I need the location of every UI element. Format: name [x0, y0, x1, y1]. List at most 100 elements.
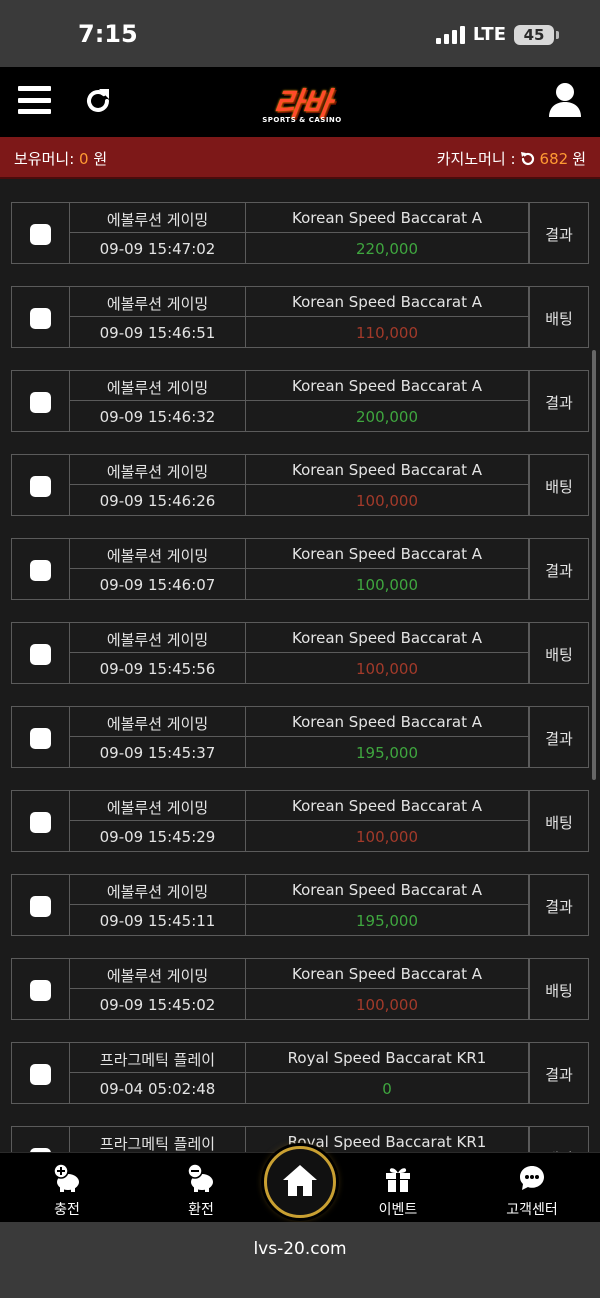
- bet-datetime: 09-09 15:46:26: [99, 492, 216, 510]
- row-checkbox[interactable]: [30, 392, 51, 413]
- game-cell: Korean Speed Baccarat A: [245, 538, 529, 569]
- row-checkbox[interactable]: [30, 308, 51, 329]
- bet-amount: 100,000: [355, 996, 419, 1014]
- bet-datetime: 09-09 15:46:51: [99, 324, 216, 342]
- row-checkbox-cell: [11, 370, 70, 432]
- provider-name: 에볼루션 게이밍: [106, 883, 209, 901]
- hold-money-value: 0: [79, 150, 89, 168]
- nav-support[interactable]: 고객센터: [487, 1163, 577, 1219]
- amount-cell: 220,000: [245, 232, 529, 264]
- status-cell[interactable]: 배팅: [529, 958, 589, 1020]
- status-cell[interactable]: 결과: [529, 202, 589, 264]
- game-name: Korean Speed Baccarat A: [291, 209, 483, 227]
- bet-amount: 100,000: [355, 660, 419, 678]
- datetime-cell: 09-09 15:45:56: [69, 652, 246, 684]
- status-cell[interactable]: 결과: [529, 370, 589, 432]
- history-row: 에볼루션 게이밍 09-09 15:46:32 Korean Speed Bac…: [11, 370, 589, 432]
- status-cell[interactable]: 결과: [529, 706, 589, 768]
- nav-event-label: 이벤트: [378, 1202, 418, 1218]
- datetime-cell: 09-09 15:46:26: [69, 484, 246, 516]
- status-cell[interactable]: 결과: [529, 1042, 589, 1104]
- status-cell[interactable]: 배팅: [529, 286, 589, 348]
- game-name: Korean Speed Baccarat A: [291, 881, 483, 899]
- history-row: 에볼루션 게이밍 09-09 15:46:51 Korean Speed Bac…: [11, 286, 589, 348]
- list-scrollbar[interactable]: [592, 350, 596, 780]
- bet-datetime: 09-09 15:45:02: [99, 996, 216, 1014]
- row-checkbox[interactable]: [30, 728, 51, 749]
- amount-cell: 195,000: [245, 904, 529, 936]
- nav-event[interactable]: 이벤트: [353, 1163, 443, 1219]
- bet-status: 결과: [545, 562, 573, 580]
- row-checkbox-cell: [11, 958, 70, 1020]
- status-cell[interactable]: 배팅: [529, 1126, 589, 1152]
- row-checkbox[interactable]: [30, 476, 51, 497]
- game-cell: Korean Speed Baccarat A: [245, 958, 529, 989]
- bet-datetime: 09-09 15:46:32: [99, 408, 216, 426]
- provider-name: 프라그메틱 플레이: [99, 1051, 216, 1069]
- row-checkbox[interactable]: [30, 1064, 51, 1085]
- provider-name: 에볼루션 게이밍: [106, 379, 209, 397]
- nav-charge[interactable]: 충전: [22, 1163, 112, 1219]
- bet-amount: 200,000: [355, 408, 419, 426]
- user-account-icon[interactable]: [548, 82, 582, 118]
- status-cell[interactable]: 결과: [529, 538, 589, 600]
- history-row: 에볼루션 게이밍 09-09 15:45:11 Korean Speed Bac…: [11, 874, 589, 936]
- bet-datetime: 09-09 15:46:07: [99, 576, 216, 594]
- status-cell[interactable]: 배팅: [529, 454, 589, 516]
- datetime-cell: 09-09 15:46:51: [69, 316, 246, 348]
- game-name: Korean Speed Baccarat A: [291, 713, 483, 731]
- status-cell[interactable]: 결과: [529, 874, 589, 936]
- home-button[interactable]: [264, 1146, 336, 1218]
- bet-amount: 195,000: [355, 744, 419, 762]
- logo-subtext: SPORTS & CASINO: [262, 116, 342, 124]
- betting-history-list[interactable]: 에볼루션 게이밍 09-09 15:47:02 Korean Speed Bac…: [0, 180, 600, 1152]
- datetime-cell: 09-09 15:45:37: [69, 736, 246, 768]
- browser-address-bar[interactable]: lvs-20.com: [0, 1222, 600, 1298]
- status-cell[interactable]: 배팅: [529, 622, 589, 684]
- casino-money: 카지노머니 : 682 원: [437, 148, 586, 169]
- row-checkbox[interactable]: [30, 644, 51, 665]
- bet-status: 결과: [545, 730, 573, 748]
- datetime-cell: 09-09 15:46:32: [69, 400, 246, 432]
- nav-exchange[interactable]: 환전: [156, 1163, 246, 1219]
- bet-status: 결과: [545, 898, 573, 916]
- provider-cell: 에볼루션 게이밍: [69, 454, 246, 485]
- history-row: 에볼루션 게이밍 09-09 15:46:26 Korean Speed Bac…: [11, 454, 589, 516]
- url-text: lvs-20.com: [253, 1239, 347, 1259]
- provider-name: 에볼루션 게이밍: [106, 211, 209, 229]
- row-checkbox-cell: [11, 1042, 70, 1104]
- history-row: 프라그메틱 플레이 09-04 05:02:48 Royal Speed Bac…: [11, 1042, 589, 1104]
- datetime-cell: 09-04 05:02:48: [69, 1072, 246, 1104]
- row-checkbox[interactable]: [30, 560, 51, 581]
- hamburger-menu-icon[interactable]: [18, 86, 51, 114]
- casino-money-label: 카지노머니 :: [436, 150, 516, 168]
- network-type: LTE: [472, 24, 506, 45]
- bet-amount: 0: [382, 1080, 392, 1098]
- provider-name: 에볼루션 게이밍: [106, 799, 209, 817]
- bet-datetime: 09-09 15:45:37: [99, 744, 216, 762]
- casino-refresh-icon[interactable]: [520, 151, 536, 167]
- game-cell: Korean Speed Baccarat A: [245, 370, 529, 401]
- history-row: 에볼루션 게이밍 09-09 15:47:02 Korean Speed Bac…: [11, 202, 589, 264]
- bet-datetime: 09-09 15:47:02: [99, 240, 216, 258]
- game-name: Korean Speed Baccarat A: [291, 461, 483, 479]
- refresh-icon[interactable]: [82, 85, 114, 117]
- row-checkbox-cell: [11, 1126, 70, 1152]
- row-checkbox[interactable]: [30, 980, 51, 1001]
- bet-amount: 100,000: [355, 576, 419, 594]
- provider-cell: 에볼루션 게이밍: [69, 874, 246, 905]
- status-cell[interactable]: 배팅: [529, 790, 589, 852]
- bet-amount: 100,000: [355, 828, 419, 846]
- provider-name: 에볼루션 게이밍: [106, 715, 209, 733]
- status-bar: 7:15 LTE 45: [0, 0, 600, 67]
- datetime-cell: 09-09 15:45:02: [69, 988, 246, 1020]
- row-checkbox[interactable]: [30, 224, 51, 245]
- site-logo[interactable]: 라바 SPORTS & CASINO: [250, 79, 354, 131]
- row-checkbox[interactable]: [30, 812, 51, 833]
- game-cell: Korean Speed Baccarat A: [245, 202, 529, 233]
- row-checkbox[interactable]: [30, 896, 51, 917]
- game-cell: Korean Speed Baccarat A: [245, 286, 529, 317]
- bet-status: 결과: [545, 1066, 573, 1084]
- home-icon: [283, 1165, 317, 1196]
- nav-support-label: 고객센터: [506, 1202, 558, 1218]
